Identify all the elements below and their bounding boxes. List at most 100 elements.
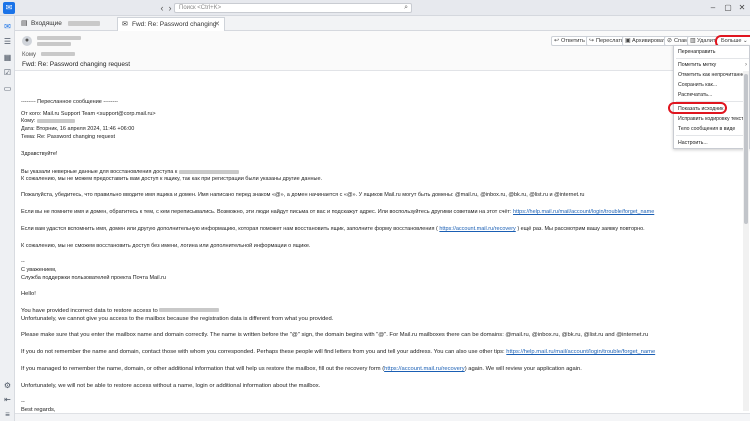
search-input[interactable]: Поиск <Ctrl+K> ⌕ bbox=[174, 3, 412, 13]
menu-item-print[interactable]: Распечатать... bbox=[674, 90, 750, 100]
redacted-mailbox bbox=[178, 169, 239, 174]
reply-icon: ↩ bbox=[554, 38, 560, 44]
ru-signature-dash: -- bbox=[21, 259, 25, 265]
mail-icon[interactable]: ✉ bbox=[3, 22, 12, 31]
menu-item-redirect[interactable]: Перенаправить bbox=[674, 47, 750, 57]
sender[interactable] bbox=[37, 36, 81, 46]
address-book-icon[interactable]: ☰ bbox=[3, 37, 12, 46]
mail-client-window: ✉ ‹ › Поиск <Ctrl+K> ⌕ – ▢ ✕ ✉ ☰ ▦ ☑ ▭ ⚙… bbox=[0, 0, 750, 421]
forget-name-link-en[interactable]: https://help.mail.ru/mail/account/login/… bbox=[506, 349, 655, 355]
status-bar bbox=[15, 413, 750, 421]
fwd-to: Кому: bbox=[21, 117, 75, 125]
redacted-recipient bbox=[36, 118, 75, 123]
minimize-icon[interactable]: – bbox=[706, 2, 720, 14]
reply-button[interactable]: ↩ Ответить bbox=[551, 36, 589, 46]
en-p4b-text: ) again. We will review your application… bbox=[464, 366, 582, 372]
message-header: ● Кому Fwd: Re: Password changing reques… bbox=[15, 31, 750, 71]
fwd-subject: Тема: Re: Password changing request bbox=[21, 134, 115, 140]
maximize-icon[interactable]: ▢ bbox=[721, 2, 735, 14]
to-label: Кому bbox=[22, 52, 37, 58]
forward-icon: ↪ bbox=[589, 38, 595, 44]
inbox-icon: ▤ bbox=[21, 20, 28, 27]
ru-paragraph-5: К сожалению, мы не сможем восстановить д… bbox=[21, 243, 311, 249]
menu-divider bbox=[676, 135, 749, 136]
tab-close-icon[interactable]: ✕ bbox=[214, 18, 220, 32]
search-placeholder: Поиск <Ctrl+K> bbox=[179, 5, 222, 11]
menu-item-mark-unread[interactable]: Отметить как непрочитанное bbox=[674, 70, 750, 80]
en-paragraph-2: Please make sure that you enter the mail… bbox=[21, 332, 649, 338]
title-bar: ✉ ‹ › Поиск <Ctrl+K> ⌕ – ▢ ✕ bbox=[0, 0, 750, 16]
ru-paragraph-1b: К сожалению, мы не можем предоставить ва… bbox=[21, 176, 323, 182]
chevron-down-icon: ⌄ bbox=[743, 38, 748, 44]
menu-item-customize[interactable]: Настроить... bbox=[674, 138, 750, 148]
ru-paragraph-3: Если вы не помните имя и домен, обратите… bbox=[21, 208, 654, 216]
en-paragraph-1a: You have provided incorrect data to rest… bbox=[21, 307, 220, 315]
tab-inbox-label: Входящие bbox=[31, 20, 62, 27]
redacted-sender-name bbox=[37, 36, 81, 40]
menu-item-fix-encoding[interactable]: Исправить кодировку текста bbox=[674, 114, 750, 124]
en-signature-dash: -- bbox=[21, 399, 25, 405]
forget-name-link[interactable]: https://help.mail.ru/mail/account/login/… bbox=[513, 209, 654, 215]
forward-label: Переслать bbox=[596, 38, 624, 44]
more-menu: Перенаправить Пометить метку › Отметить к… bbox=[673, 45, 750, 149]
tasks-icon[interactable]: ☑ bbox=[3, 68, 12, 77]
ru-paragraph-4: Если вам удастся вспомнить имя, домен ил… bbox=[21, 225, 645, 233]
message-tab-icon: ✉ bbox=[122, 21, 128, 28]
more-label: Больше bbox=[721, 38, 742, 44]
scrollbar[interactable] bbox=[743, 71, 749, 411]
redacted-mailbox bbox=[159, 308, 220, 313]
ru-p3-text: Если вы не помните имя и домен, обратите… bbox=[21, 209, 512, 215]
en-paragraph-3: If you do not remember the name and doma… bbox=[21, 348, 655, 356]
app-logo-icon: ✉ bbox=[3, 2, 15, 14]
en-paragraph-5: Unfortunately, we will not be able to re… bbox=[21, 383, 321, 389]
en-paragraph-4: If you managed to remember the name, dom… bbox=[21, 365, 582, 373]
ru-regards: С уважением, bbox=[21, 267, 57, 273]
menu-item-label: Перенаправить bbox=[678, 49, 716, 55]
greeting-ru: Здравствуйте! bbox=[21, 151, 58, 157]
en-p1a-text: You have provided incorrect data to rest… bbox=[21, 308, 158, 314]
ru-p4b-text: ) ещё раз. Мы рассмотрим вашу заявку пов… bbox=[517, 226, 645, 232]
account-icon[interactable]: ⇤ bbox=[3, 395, 12, 404]
spam-label: Спам bbox=[674, 38, 689, 44]
recovery-link[interactable]: https://account.mail.ru/recovery bbox=[439, 226, 515, 232]
menu-item-save-as[interactable]: Сохранить как... bbox=[674, 80, 750, 90]
tab-inbox[interactable]: ▤ Входящие bbox=[17, 17, 115, 31]
annotation-highlight bbox=[668, 102, 727, 114]
recipient-row: Кому bbox=[22, 52, 75, 58]
tab-message[interactable]: ✉ Fwd: Re: Password changing request ✕ bbox=[117, 17, 225, 42]
menu-item-tag[interactable]: Пометить метку › bbox=[674, 60, 750, 70]
archive-label: Архивировать bbox=[632, 38, 669, 44]
message-subject: Fwd: Re: Password changing request bbox=[22, 61, 131, 68]
expand-icon[interactable]: ≡ bbox=[3, 410, 12, 419]
redacted-recipient bbox=[40, 52, 75, 57]
archive-icon: ▣ bbox=[625, 38, 631, 44]
recovery-link-en[interactable]: https://account.mail.ru/recovery bbox=[384, 366, 465, 372]
menu-item-body-as[interactable]: Тело сообщения в виде› bbox=[674, 124, 750, 134]
menu-item-label: Отметить как непрочитанное bbox=[678, 72, 748, 78]
redacted-sender-address bbox=[37, 42, 71, 46]
reply-label: Ответить bbox=[561, 38, 585, 44]
search-icon: ⌕ bbox=[404, 4, 408, 11]
redacted-account bbox=[67, 20, 100, 26]
menu-item-label: Пометить метку bbox=[678, 62, 717, 68]
close-icon[interactable]: ✕ bbox=[735, 2, 749, 14]
forward-marker: -------- Пересланное сообщение -------- bbox=[21, 99, 118, 105]
settings-icon[interactable]: ⚙ bbox=[3, 381, 12, 390]
spam-icon: ⊘ bbox=[667, 38, 673, 44]
chat-icon[interactable]: ▭ bbox=[3, 84, 12, 93]
menu-divider bbox=[676, 58, 749, 59]
scrollbar-thumb[interactable] bbox=[744, 74, 748, 224]
menu-item-label: Настроить... bbox=[678, 140, 708, 146]
chevron-right-icon: › bbox=[745, 62, 747, 68]
menu-item-label: Сохранить как... bbox=[678, 82, 718, 88]
left-rail: ✉ ☰ ▦ ☑ ▭ ⚙ ⇤ ≡ bbox=[0, 16, 15, 421]
fwd-to-label: Кому: bbox=[21, 118, 36, 124]
ru-p4a-text: Если вам удастся вспомнить имя, домен ил… bbox=[21, 226, 438, 232]
menu-item-label: Распечатать... bbox=[678, 92, 713, 98]
calendar-icon[interactable]: ▦ bbox=[3, 53, 12, 62]
en-p3-text: If you do not remember the name and doma… bbox=[21, 349, 505, 355]
ru-paragraph-2: Пожалуйста, убедитесь, что правильно вво… bbox=[21, 192, 585, 198]
fwd-date: Дата: Вторник, 16 апреля 2024, 11:46 +06… bbox=[21, 126, 135, 132]
en-paragraph-1b: Unfortunately, we cannot give you access… bbox=[21, 316, 334, 322]
en-p4a-text: If you managed to remember the name, dom… bbox=[21, 366, 385, 372]
